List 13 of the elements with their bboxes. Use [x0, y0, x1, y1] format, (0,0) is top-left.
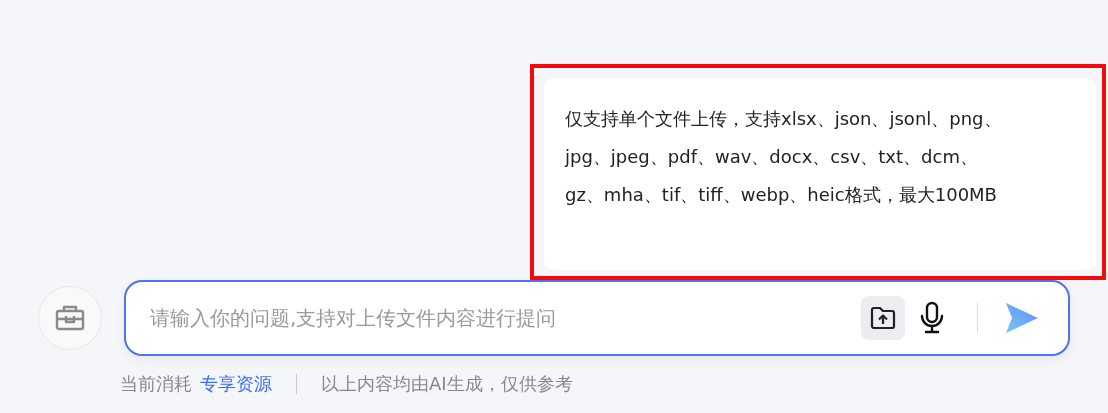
- folder-upload-icon: [870, 306, 896, 330]
- microphone-button[interactable]: [919, 301, 945, 335]
- question-input-field[interactable]: 请输入你的问题,支持对上传文件内容进行提问: [148, 305, 861, 331]
- tooltip-text: 仅支持单个文件上传，支持xlsx、json、jsonl、png、jpg、jpeg、pdf、wav、docx、csv、txt、dcm、gz、mha、tif、tiff、webp、heic格式，最大100MB: [565, 107, 1003, 207]
- disclaimer-text: 以上内容均由AI生成，仅供参考: [321, 372, 573, 396]
- resource-link[interactable]: 专享资源: [200, 372, 272, 396]
- toolbox-icon: [54, 304, 86, 332]
- usage-label: 当前消耗: [120, 372, 192, 396]
- send-icon: [1004, 301, 1040, 335]
- upload-file-button[interactable]: [861, 296, 905, 340]
- microphone-icon: [919, 301, 945, 335]
- chat-input-box[interactable]: 请输入你的问题,支持对上传文件内容进行提问: [124, 280, 1070, 356]
- send-button[interactable]: [1004, 301, 1040, 335]
